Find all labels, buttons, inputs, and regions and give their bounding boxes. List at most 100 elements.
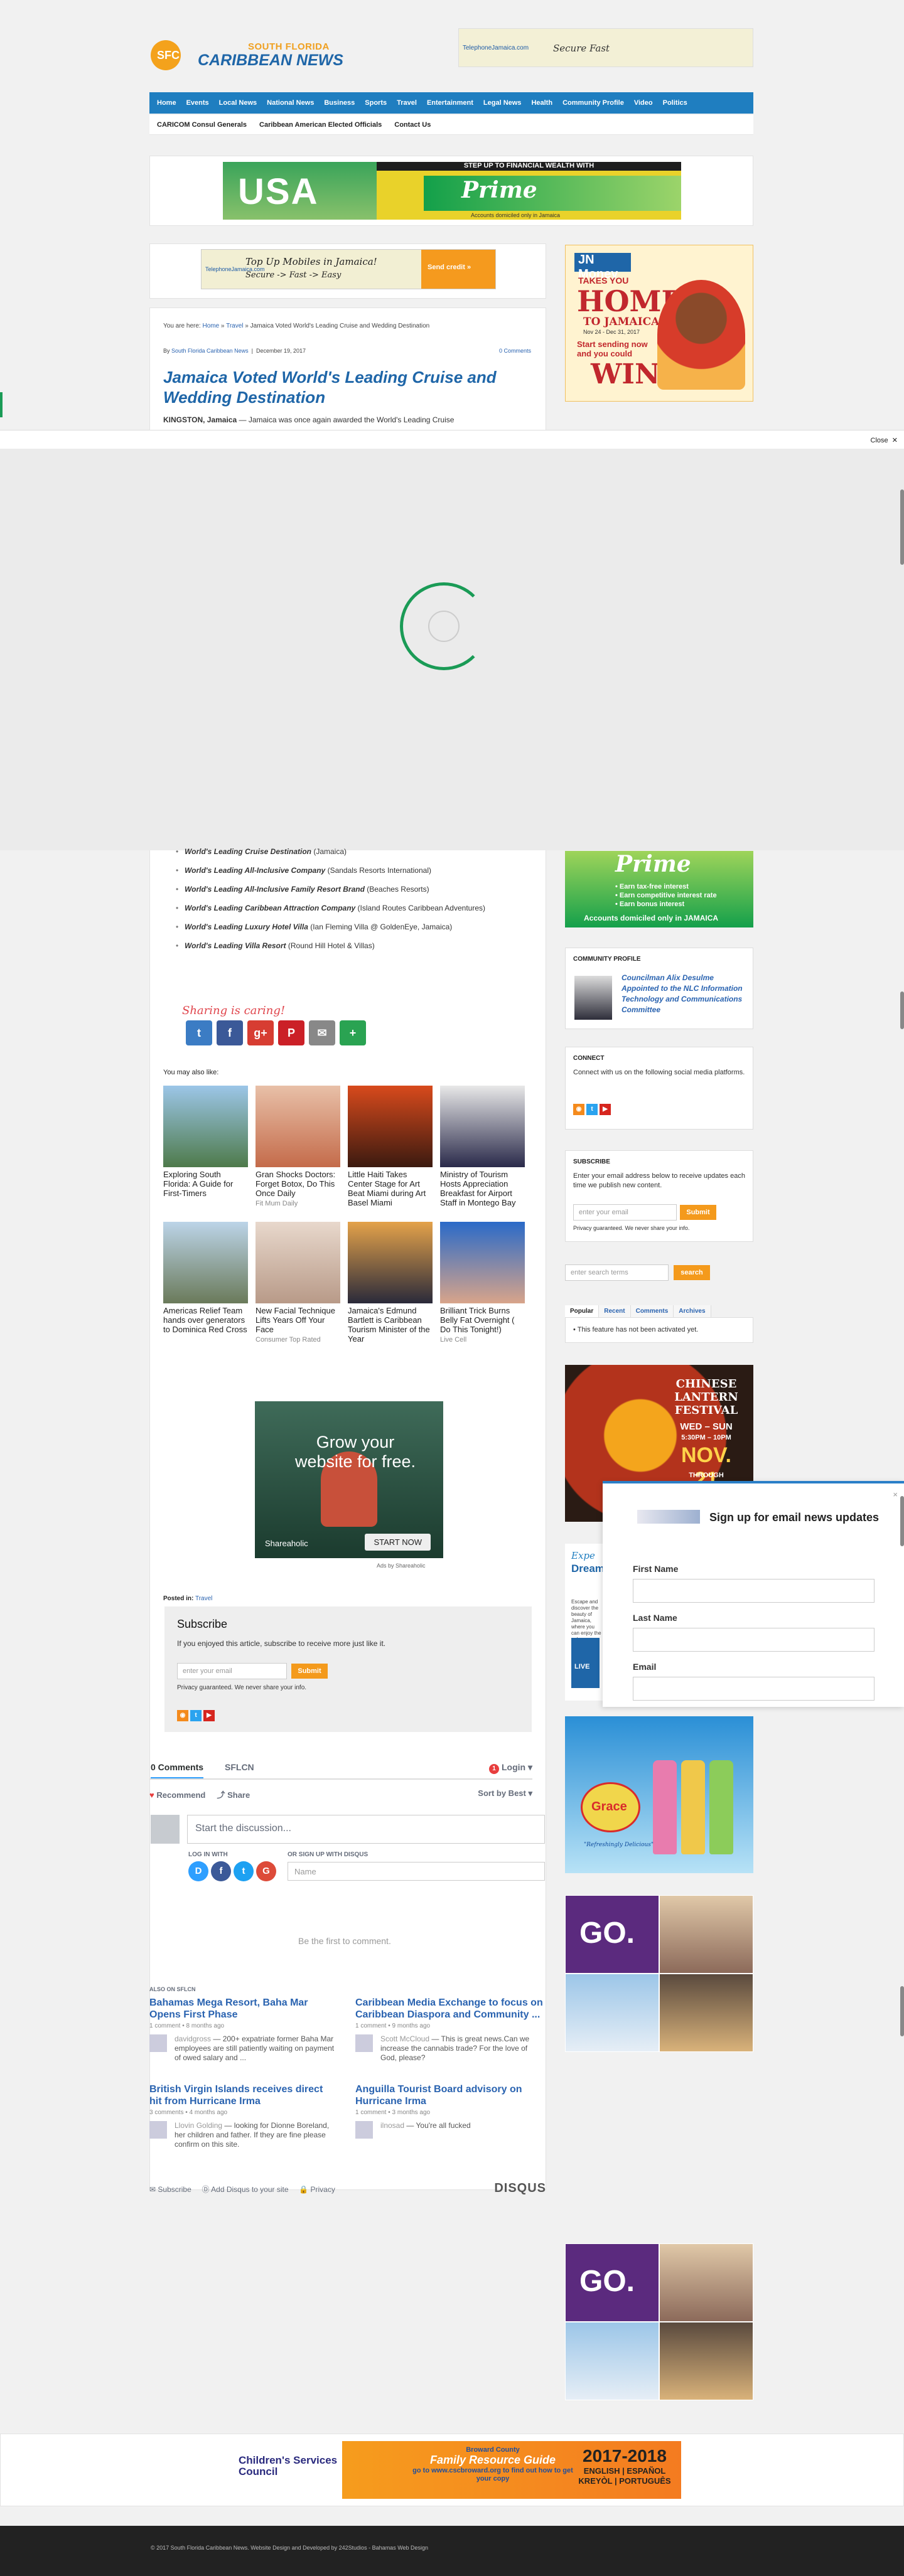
jn-money-ad[interactable]: JN Money TAKES YOU HOME TO JAMAICA Nov 2… <box>565 245 753 402</box>
tile-caption[interactable]: Gran Shocks Doctors: Forget Botox, Do Th… <box>256 1170 340 1198</box>
nav-item[interactable]: Politics <box>663 99 687 107</box>
nav-item[interactable]: Legal News <box>483 99 522 107</box>
related-discussion[interactable]: Anguilla Tourist Board advisory on Hurri… <box>355 2083 544 2139</box>
tab-recent[interactable]: Recent <box>599 1305 631 1317</box>
email-share-button[interactable]: ✉ <box>309 1020 335 1045</box>
ads-by-label[interactable]: Ads by Shareaholic <box>377 1563 426 1569</box>
tab-comments[interactable]: 0 Comments <box>151 1762 204 1778</box>
subnav-item[interactable]: Caribbean American Elected Officials <box>259 121 382 129</box>
disqus-logo[interactable]: DISQUS <box>494 2181 546 2196</box>
breadcrumb-travel[interactable]: Travel <box>226 323 243 329</box>
rss-icon[interactable]: ◉ <box>573 1104 584 1115</box>
first-name-field[interactable] <box>633 1579 874 1603</box>
list-item[interactable]: Exploring South Florida: A Guide for Fir… <box>163 1086 248 1209</box>
close-icon[interactable]: × <box>893 1490 898 1499</box>
tab-popular[interactable]: Popular <box>565 1305 600 1317</box>
related-discussion[interactable]: Bahamas Mega Resort, Baha Mar Opens Firs… <box>149 1997 338 2063</box>
breadcrumb-home[interactable]: Home <box>202 323 219 329</box>
scrollbar-thumb[interactable] <box>900 1986 904 2036</box>
twitter-login-icon[interactable]: t <box>234 1861 254 1881</box>
nav-item[interactable]: Video <box>634 99 653 107</box>
thumbnail-image[interactable] <box>163 1222 248 1303</box>
twitter-icon[interactable]: t <box>586 1104 598 1115</box>
sidebar-submit-button[interactable]: Submit <box>680 1205 716 1220</box>
youtube-icon[interactable]: ▶ <box>600 1104 611 1115</box>
comment-input[interactable]: Start the discussion... <box>187 1815 545 1844</box>
name-input[interactable]: Name <box>288 1862 545 1881</box>
tile-caption[interactable]: Americas Relief Team hands over generato… <box>163 1306 248 1334</box>
author-link[interactable]: South Florida Caribbean News <box>171 348 249 354</box>
privacy-link[interactable]: 🔒 Privacy <box>299 2185 335 2194</box>
thumbnail-image[interactable] <box>348 1086 433 1167</box>
tile-caption[interactable]: Little Haiti Takes Center Stage for Art … <box>348 1170 433 1207</box>
profile-photo[interactable] <box>574 976 612 1020</box>
nav-item[interactable]: Community Profile <box>562 99 624 107</box>
comments-link[interactable]: 0 Comments <box>499 348 562 354</box>
last-name-field[interactable] <box>633 1628 874 1652</box>
share-button[interactable]: ⤴ Share <box>217 1790 250 1800</box>
tab-site[interactable]: SFLCN <box>225 1762 254 1772</box>
topup-ad[interactable]: TelephoneJamaica.com Top Up Mobiles in J… <box>201 249 496 289</box>
facebook-share-button[interactable]: f <box>217 1020 243 1045</box>
search-input[interactable]: enter search terms <box>565 1264 669 1281</box>
thumbnail-image[interactable] <box>256 1086 340 1167</box>
sidebar-email-input[interactable]: enter your email <box>573 1204 677 1221</box>
list-item[interactable]: Americas Relief Team hands over generato… <box>163 1222 248 1345</box>
email-field[interactable] <box>633 1677 874 1701</box>
nav-item[interactable]: National News <box>267 99 314 107</box>
disqus-login-icon[interactable]: D <box>188 1861 208 1881</box>
twitter-share-button[interactable]: t <box>186 1020 212 1045</box>
prime-sidebar-ad[interactable]: Prime • Earn tax-free interest • Earn co… <box>565 851 753 927</box>
search-button[interactable]: search <box>674 1265 710 1280</box>
category-link[interactable]: Travel <box>195 1595 212 1602</box>
list-item[interactable]: Brilliant Trick Burns Belly Fat Overnigh… <box>440 1222 525 1345</box>
thumbnail-image[interactable] <box>440 1086 525 1167</box>
prime-leaderboard-ad[interactable]: USA STEP UP TO FINANCIAL WEALTH WITH Pri… <box>223 162 681 220</box>
tile-caption[interactable]: New Facial Technique Lifts Years Off You… <box>256 1306 340 1334</box>
jamaica-experience-ad[interactable]: Expe Dream Escape and discover the beaut… <box>565 1544 605 1701</box>
nav-item[interactable]: Home <box>157 99 176 107</box>
list-item[interactable]: Little Haiti Takes Center Stage for Art … <box>348 1086 433 1209</box>
nav-item[interactable]: Entertainment <box>427 99 473 107</box>
more-share-button[interactable]: + <box>340 1020 366 1045</box>
grace-aloe-ad[interactable]: Grace "Refreshingly Delicious" <box>565 1716 753 1873</box>
header-ad-banner[interactable]: TelephoneJamaica.com Secure Fast <box>458 28 753 67</box>
twitter-icon[interactable]: t <box>190 1710 202 1721</box>
facebook-login-icon[interactable]: f <box>211 1861 231 1881</box>
rss-icon[interactable]: ◉ <box>177 1710 188 1721</box>
nav-item[interactable]: Travel <box>397 99 417 107</box>
nav-item[interactable]: Business <box>324 99 355 107</box>
modal-close-button[interactable]: Close ✕ <box>871 436 898 444</box>
tab-archives[interactable]: Archives <box>674 1305 711 1317</box>
thumbnail-image[interactable] <box>348 1222 433 1303</box>
go-ad[interactable]: GO. <box>565 2243 753 2400</box>
nav-item[interactable]: Sports <box>365 99 387 107</box>
tile-caption[interactable]: Brilliant Trick Burns Belly Fat Overnigh… <box>440 1306 525 1334</box>
subnav-item[interactable]: CARICOM Consul Generals <box>157 121 247 129</box>
google-login-icon[interactable]: G <box>256 1861 276 1881</box>
tab-comments[interactable]: Comments <box>630 1305 674 1317</box>
sort-dropdown[interactable]: Sort by Best ▾ <box>478 1788 532 1798</box>
list-item[interactable]: Jamaica's Edmund Bartlett is Caribbean T… <box>348 1222 433 1345</box>
list-item[interactable]: New Facial Technique Lifts Years Off You… <box>256 1222 340 1345</box>
recommend-button[interactable]: ♥ Recommend <box>149 1790 205 1800</box>
go-ad[interactable]: GO. <box>565 1895 753 2052</box>
pinterest-share-button[interactable]: P <box>278 1020 304 1045</box>
related-discussion[interactable]: British Virgin Islands receives direct h… <box>149 2083 338 2149</box>
disqus-login[interactable]: 1 Login ▾ <box>488 1762 532 1774</box>
tile-caption[interactable]: Ministry of Tourism Hosts Appreciation B… <box>440 1170 525 1207</box>
youtube-icon[interactable]: ▶ <box>203 1710 215 1721</box>
shareaholic-ad[interactable]: Grow your website for free. Shareaholic … <box>255 1401 443 1558</box>
googleplus-share-button[interactable]: g+ <box>247 1020 274 1045</box>
thumbnail-image[interactable] <box>256 1222 340 1303</box>
subscribe-submit-button[interactable]: Submit <box>291 1664 328 1679</box>
subscribe-link[interactable]: ✉ Subscribe <box>149 2185 191 2194</box>
scrollbar-thumb[interactable] <box>900 991 904 1029</box>
list-item[interactable]: Gran Shocks Doctors: Forget Botox, Do Th… <box>256 1086 340 1209</box>
tile-caption[interactable]: Exploring South Florida: A Guide for Fir… <box>163 1170 248 1198</box>
subscribe-email-input[interactable]: enter your email <box>177 1663 287 1679</box>
start-now-button[interactable]: START NOW <box>365 1534 431 1551</box>
childrens-services-ad[interactable]: Children's Services Council Broward Coun… <box>223 2441 681 2499</box>
subnav-item[interactable]: Contact Us <box>394 121 431 129</box>
site-logo[interactable]: SFC SOUTH FLORIDA CARIBBEAN NEWS <box>151 26 370 73</box>
